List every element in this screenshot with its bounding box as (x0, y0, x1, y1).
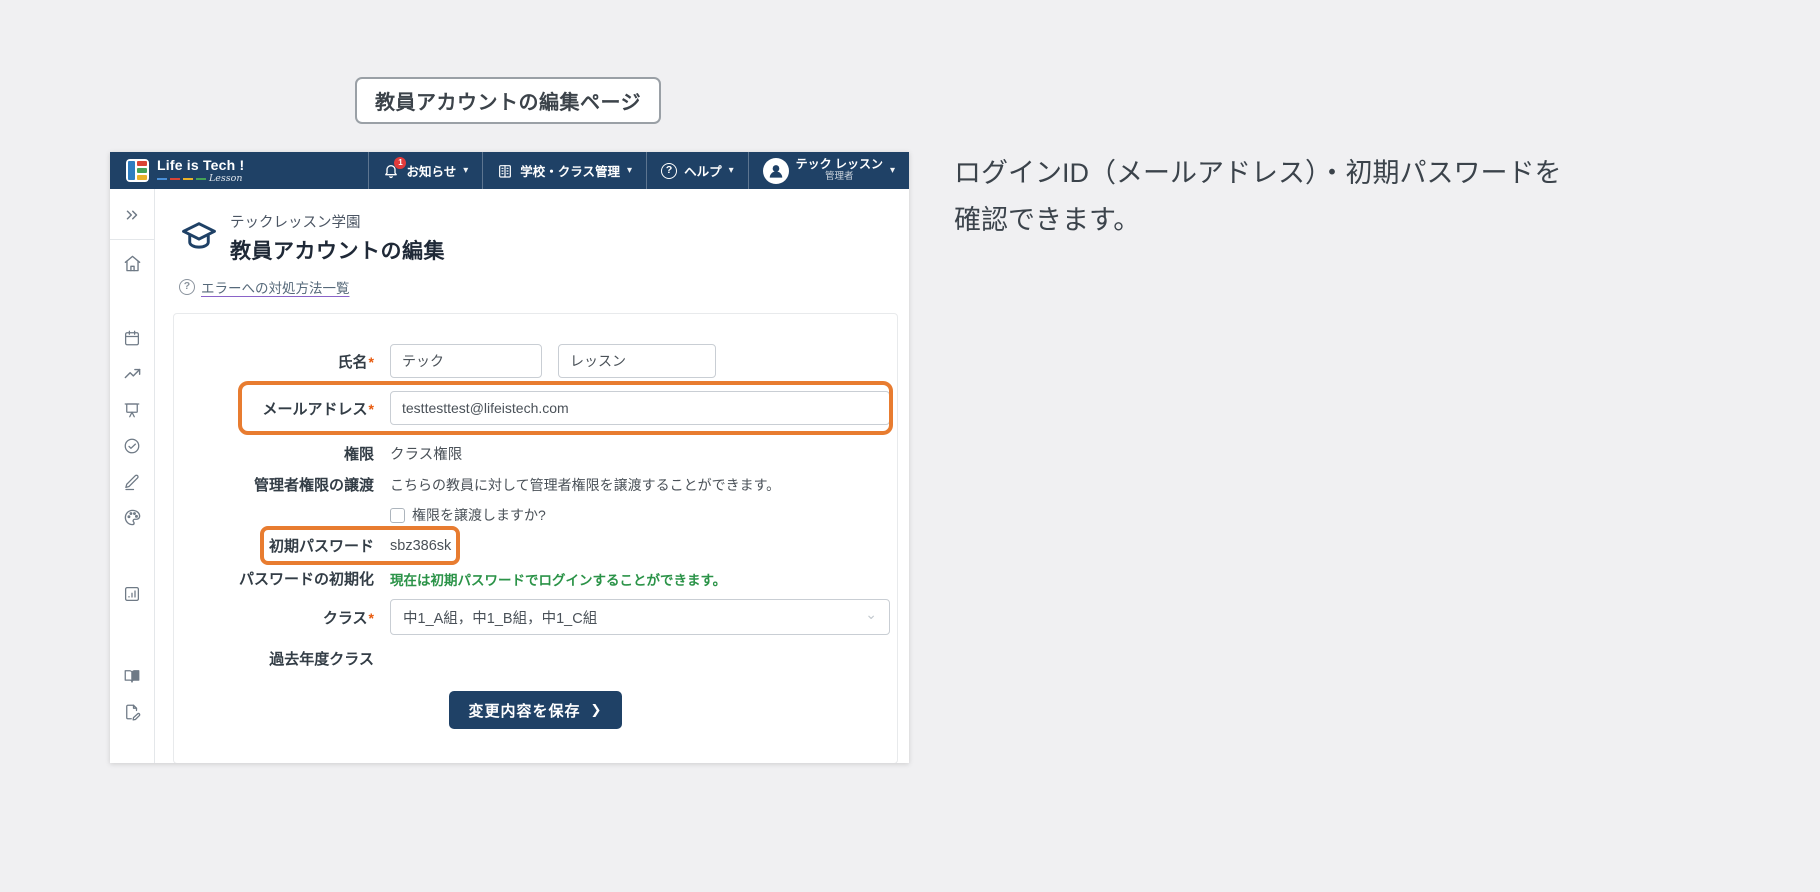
transfer-description: こちらの教員に対して管理者権限を譲渡することができます。 (390, 476, 781, 493)
required-marker: * (368, 353, 374, 370)
home-icon (123, 254, 142, 278)
check-circle-icon (123, 437, 141, 460)
form-row-transfer: 管理者権限の譲渡 こちらの教員に対して管理者権限を譲渡することができます。 (174, 474, 897, 495)
sidebar-item-survey[interactable] (110, 698, 154, 730)
sidebar-item-attendance[interactable] (110, 432, 154, 464)
bell-icon: 1 (383, 156, 407, 179)
page-title: 教員アカウントの編集 (230, 240, 445, 263)
pencil-line-icon (123, 473, 141, 496)
annotation-text: ログインID（メールアドレス）・初期パスワードを 確認できます。 (954, 158, 1562, 236)
form-row-name: 氏名* (174, 344, 897, 378)
initial-password-value: sbz386sk (390, 537, 452, 554)
app-window: Life is Tech ! Lesson 1 お知らせ ▾ 学校・クラス管理 … (110, 152, 909, 763)
sidebar-item-presentation[interactable] (110, 396, 154, 428)
sidebar-item-home[interactable] (110, 250, 154, 282)
graduation-cap-icon (179, 219, 219, 258)
form-row-initial-password: 初期パスワード sbz386sk (174, 526, 897, 565)
top-navbar: Life is Tech ! Lesson 1 お知らせ ▾ 学校・クラス管理 … (110, 152, 909, 189)
classes-label: クラス* (322, 609, 374, 627)
chevron-down-icon: ▾ (728, 164, 734, 176)
help-icon: ? (661, 162, 678, 179)
password-reset-label: パスワードの初期化 (238, 571, 374, 588)
permission-label: 権限 (343, 446, 374, 463)
classes-select-value: 中1_A組，中1_B組，中1_C組 (403, 610, 598, 627)
notification-count-badge: 1 (394, 156, 407, 169)
logo-lesson-script: Lesson (209, 172, 243, 184)
sidebar-collapse-button[interactable] (110, 201, 154, 233)
form-row-permission: 権限 クラス権限 (174, 443, 897, 464)
error-help-link[interactable]: エラーへの対処方法一覧 (201, 277, 350, 297)
building-icon (497, 163, 513, 179)
nav-help-menu[interactable]: ? ヘルプ ▾ (646, 152, 748, 189)
initial-password-label: 初期パスワード (268, 538, 374, 555)
logo-title: Life is Tech ! (157, 156, 245, 173)
transfer-label: 管理者権限の譲渡 (253, 477, 374, 494)
form-row-classes: クラス* 中1_A組，中1_B組，中1_C組 ⌄ (174, 599, 897, 635)
permission-value: クラス権限 (390, 447, 463, 463)
sidebar-item-progress[interactable] (110, 360, 154, 392)
sidebar-item-textbook[interactable] (110, 662, 154, 694)
sidebar-item-edit[interactable] (110, 468, 154, 500)
bar-chart-box-icon (123, 585, 141, 608)
save-button-label: 変更内容を保存 (468, 702, 581, 720)
nav-notifications-label: お知らせ (406, 165, 457, 179)
logo-subtitle-row: Lesson (157, 174, 244, 184)
school-name: テックレッスン学園 (230, 215, 361, 231)
user-name: テック レッスン (795, 157, 883, 172)
logo[interactable]: Life is Tech ! Lesson (110, 152, 260, 189)
sidebar-item-creative[interactable] (110, 504, 154, 536)
user-role: 管理者 (825, 170, 854, 182)
form-row-password-reset: パスワードの初期化 現在は初期パスワードでログインすることができます。 (174, 568, 897, 589)
form-row-email: メールアドレス* (174, 381, 897, 435)
form-row-past-classes: 過去年度クラス (174, 648, 897, 669)
first-name-input[interactable] (390, 344, 542, 378)
name-label: 氏名* (337, 353, 374, 371)
page-label-badge: 教員アカウントの編集ページ (355, 77, 662, 124)
chevrons-right-icon (123, 206, 141, 229)
past-classes-label: 過去年度クラス (269, 651, 374, 668)
form-row-transfer-checkbox: 権限を譲渡しますか? (174, 505, 897, 525)
main-content: テックレッスン学園 教員アカウントの編集 ? エラーへの対処方法一覧 氏名* テ… (155, 189, 909, 763)
life-is-tech-logo-icon (126, 159, 149, 182)
presentation-screen-icon (123, 401, 141, 424)
last-name-input[interactable] (558, 344, 716, 378)
calendar-icon (123, 329, 141, 352)
email-label: メールアドレス* (262, 400, 374, 418)
sidebar (110, 189, 155, 763)
trending-up-icon (123, 364, 142, 388)
book-icon (123, 667, 141, 690)
transfer-checkbox[interactable] (390, 507, 405, 523)
nav-notifications[interactable]: 1 お知らせ ▾ (368, 152, 482, 189)
save-button[interactable]: 変更内容を保存 ❯ (448, 691, 623, 729)
question-circle-icon: ? (179, 279, 195, 295)
chevron-down-icon: ▾ (463, 164, 469, 176)
classes-select[interactable]: 中1_A組，中1_B組，中1_C組 ⌄ (390, 599, 890, 635)
nav-help-label: ヘルプ (684, 165, 722, 179)
nav-user-menu[interactable]: テック レッスン 管理者 ▾ (747, 152, 909, 189)
file-pen-icon (123, 703, 141, 726)
user-avatar-icon (762, 157, 789, 184)
required-marker: * (368, 609, 374, 626)
chevron-down-icon: ▾ (889, 164, 895, 176)
transfer-checkbox-label: 権限を譲渡しますか? (412, 507, 546, 523)
email-input[interactable] (390, 391, 890, 425)
chevron-right-icon: ❯ (590, 702, 603, 717)
required-marker: * (368, 400, 374, 417)
palette-icon (123, 508, 142, 532)
nav-school-class-label: 学校・クラス管理 (520, 165, 621, 179)
nav-school-class-menu[interactable]: 学校・クラス管理 ▾ (482, 152, 646, 189)
chevron-down-icon: ▾ (627, 164, 633, 176)
password-status-text: 現在は初期パスワードでログインすることができます。 (390, 572, 727, 588)
sidebar-item-reports[interactable] (110, 580, 154, 612)
teacher-edit-form: 氏名* メールアドレス* 権限 クラス権限 (173, 313, 898, 763)
sidebar-item-calendar[interactable] (110, 324, 154, 356)
